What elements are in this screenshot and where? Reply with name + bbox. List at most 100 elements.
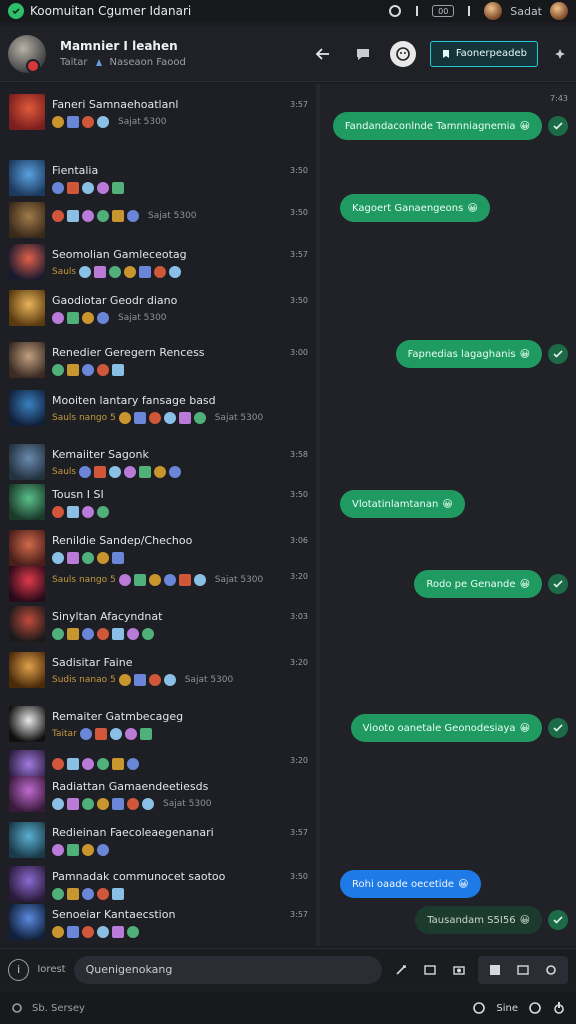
message-text: Tausandam S5I56 (427, 914, 516, 926)
badge-icon (94, 466, 107, 478)
list-item[interactable]: Senoeiar Kantaecstion 3:57 (0, 904, 316, 944)
gallery-icon[interactable] (484, 959, 506, 981)
badge-icon (112, 628, 124, 640)
message-bubble[interactable]: Rohi oaade oecetide 😀 (340, 870, 481, 898)
list-item[interactable]: 3:20 Sauls nango 5 Sajat 5300 (0, 566, 316, 606)
list-item-meta (52, 628, 154, 640)
menu-icon[interactable] (462, 4, 476, 18)
list-item-time: 3:50 (290, 296, 308, 305)
list-item-time: 3:50 (290, 166, 308, 175)
list-item-prefix: Sauls (52, 467, 77, 477)
badge-icon (52, 506, 64, 518)
list-item[interactable]: Fientalia 3:50 (0, 160, 316, 200)
list-item[interactable]: Gaodiotar Geodr diano 3:50 Sajat 5300 (0, 290, 316, 330)
badge-icon (112, 926, 124, 938)
list-item[interactable]: Tousn I SI 3:50 (0, 484, 316, 524)
compass-icon[interactable] (528, 1001, 542, 1015)
badge-icon (97, 506, 109, 518)
back-arrow-icon[interactable] (310, 41, 336, 67)
message-bubble[interactable]: Kagoert Ganaengeons 😀 (340, 194, 490, 222)
list-item[interactable]: Renildie Sandep/Chechoo 3:06 (0, 530, 316, 570)
list-item[interactable]: Seomolian Gamleceotag 3:57 Sauls (0, 244, 316, 284)
list-item-stat: Sajat 5300 (118, 117, 167, 127)
pause-icon[interactable] (410, 4, 424, 18)
message-bubble[interactable]: Fandandaconlnde Tamnniagnemia 😀 (332, 112, 542, 140)
conversation-list[interactable]: Faneri Samnaehoatlanl 3:57 Sajat 5300 Fient… (0, 84, 316, 946)
message-bubble[interactable]: Tausandam S5I56 😀 (415, 906, 542, 934)
message-bubble[interactable]: Vlotatinlamtanan 😀 (340, 490, 465, 518)
badge-icon (163, 674, 176, 686)
badge-icon (127, 758, 139, 770)
list-item-time: 3:03 (290, 612, 308, 621)
list-item-title: Redieinan Faecoleaegenanari (52, 826, 214, 839)
badge-icon (67, 210, 79, 222)
badge-icon (79, 466, 92, 478)
list-item[interactable]: Pamnadak communocet saotoo 3:50 (0, 866, 316, 906)
badge-icon (52, 210, 64, 222)
list-item-stat: Sajat 5300 (214, 413, 264, 423)
settings-gear-icon[interactable] (10, 1001, 24, 1015)
headphones-icon[interactable] (388, 4, 402, 18)
contact-avatar[interactable] (8, 34, 46, 73)
list-item[interactable]: Remaiter Gatmbecageg Taitar (0, 706, 316, 746)
list-item[interactable]: Mooiten lantary fansage basd Sauls nango … (0, 390, 316, 430)
user-avatar[interactable] (484, 2, 503, 20)
badge-icon (82, 552, 94, 564)
badge-icon (82, 210, 94, 222)
badge-icon (163, 412, 176, 424)
message-bubble[interactable]: Viooto oanetale Geonodesiaya 😀 (350, 714, 542, 742)
power-icon[interactable] (552, 1001, 566, 1015)
badge-icon (118, 412, 131, 424)
more-options-icon[interactable] (552, 41, 568, 67)
sticker-icon[interactable] (512, 959, 534, 981)
list-item[interactable]: Sinyltan Afacyndnat 3:03 (0, 606, 316, 646)
message-bubble[interactable]: Fapnedias lagaghanis 😀 (395, 340, 542, 368)
chat-bubble-icon[interactable] (350, 41, 376, 67)
list-item[interactable]: Kemaiiter Sagonk 3:58 Sauls (0, 444, 316, 484)
status-left: Sb. Sersey (32, 1002, 85, 1014)
app-logo-icon (8, 3, 24, 19)
emoji-reaction-icon: 😀 (519, 348, 530, 360)
badge-icon (139, 466, 152, 478)
list-item-prefix: Sauls nango 5 (52, 575, 116, 585)
list-item-meta: Sajat 5300 (52, 210, 197, 222)
image-icon[interactable] (419, 959, 440, 981)
badge-icon (67, 628, 79, 640)
badge-icon (82, 182, 94, 194)
list-item-thumbnail (9, 530, 45, 566)
list-item-meta: Sajat 5300 (52, 312, 167, 324)
window-pill[interactable]: 00 (432, 5, 455, 17)
sync-icon[interactable] (472, 1001, 486, 1015)
list-item-title: Tousn I SI (52, 488, 104, 501)
list-item-thumbnail (9, 244, 45, 280)
list-item[interactable]: 3:50 Sajat 5300 (0, 202, 316, 242)
badge-icon (82, 116, 94, 128)
badge-icon (67, 844, 79, 856)
mic-icon[interactable] (390, 959, 411, 981)
list-item-meta (52, 552, 124, 564)
cta-button[interactable]: Faonerpeadeb (429, 40, 538, 67)
badge-icon (79, 728, 92, 740)
info-icon[interactable]: i (8, 958, 30, 981)
badge-icon (67, 116, 79, 128)
message-input[interactable]: Quenigenokang (73, 955, 383, 984)
status-badge (26, 58, 40, 73)
badge-icon (82, 758, 94, 770)
badge-icon (82, 798, 94, 810)
badge-icon (82, 628, 94, 640)
list-item[interactable]: Renedier Geregern Rencess 3:00 (0, 342, 316, 382)
user-avatar-secondary[interactable] (550, 2, 568, 20)
status-right: Sine (496, 1002, 518, 1014)
list-item-thumbnail (9, 94, 45, 130)
message-bubble[interactable]: Rodo pe Genande 😀 (414, 570, 542, 598)
list-item[interactable]: Radiattan Gamaendeetiesds Sajat 5300 (0, 776, 316, 816)
list-item[interactable]: Redieinan Faecoleaegenanari 3:57 (0, 822, 316, 862)
contact-location: Naseaon Faood (109, 57, 186, 68)
badge-icon (67, 364, 79, 376)
settings-icon[interactable] (540, 959, 562, 981)
list-item[interactable]: Faneri Samnaehoatlanl 3:57 Sajat 5300 (0, 94, 316, 134)
list-item[interactable]: Sadisitar Faine 3:20 Sudis nanao 5 Sajat 53… (0, 652, 316, 692)
emoji-icon[interactable] (389, 40, 416, 67)
os-titlebar: Koomuitan Cgumer Idanari 00 Sadat (0, 0, 576, 22)
camera-icon[interactable] (449, 959, 470, 981)
